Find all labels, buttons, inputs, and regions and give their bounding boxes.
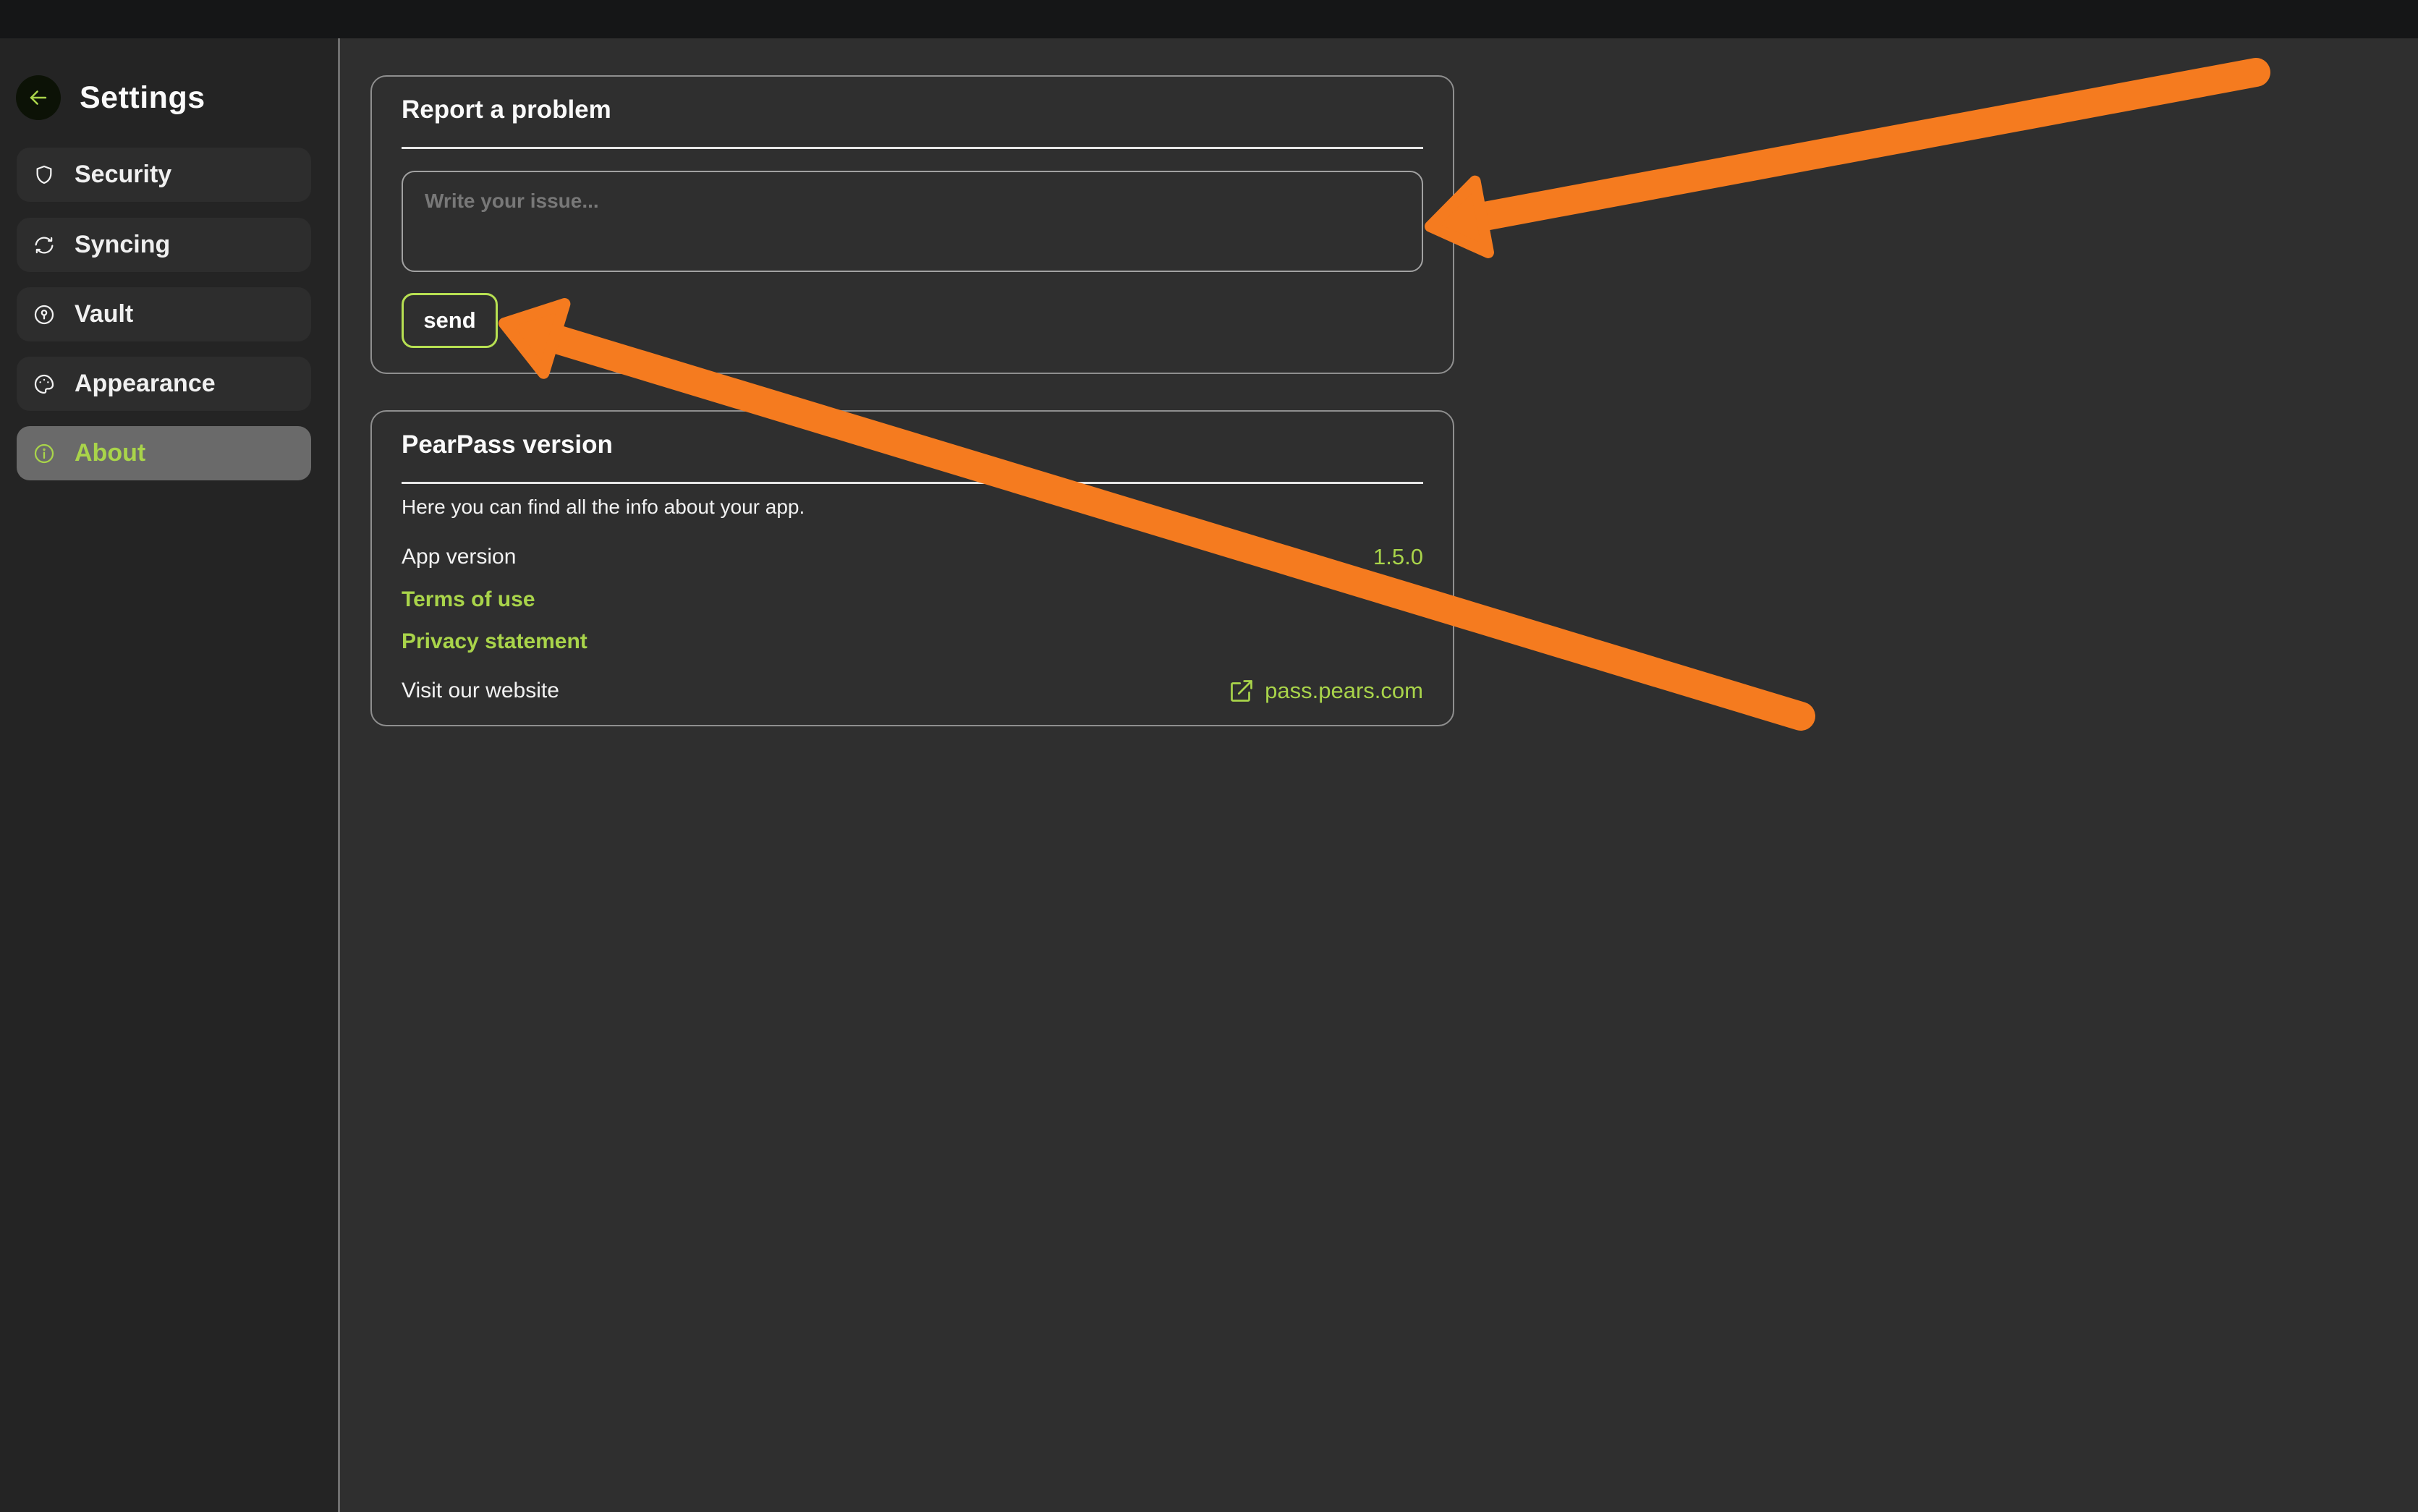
external-link-icon [1229,678,1255,704]
divider [402,147,1423,149]
sidebar-item-vault[interactable]: Vault [17,287,311,341]
divider [402,482,1423,484]
version-card-description: Here you can find all the info about you… [402,496,805,519]
sidebar-item-label: About [75,439,145,467]
app-version-row: App version 1.5.0 [402,541,1423,573]
terms-of-use-row: Terms of use [402,584,1423,616]
palette-icon [33,373,56,396]
terms-of-use-link[interactable]: Terms of use [402,587,535,612]
privacy-statement-row: Privacy statement [402,626,1423,658]
sidebar-item-label: Syncing [75,231,170,259]
settings-sidebar: Settings Security Syncing [0,38,340,1512]
shield-icon [33,163,56,187]
sidebar-item-security[interactable]: Security [17,148,311,202]
send-button[interactable]: send [402,293,498,348]
issue-textarea[interactable] [402,171,1423,272]
sidebar-item-label: Security [75,161,171,189]
report-card-title: Report a problem [402,95,611,124]
website-link[interactable]: pass.pears.com [1229,678,1423,704]
privacy-statement-link[interactable]: Privacy statement [402,629,587,654]
sidebar-item-label: Appearance [75,370,216,398]
sidebar-nav: Security Syncing Vault [0,38,338,1512]
sidebar-item-about[interactable]: About [17,426,311,480]
app-version-label: App version [402,545,516,569]
version-card-title: PearPass version [402,430,613,459]
vault-icon [33,303,56,326]
website-row: Visit our website pass.pears.com [402,675,1423,707]
visit-website-label: Visit our website [402,679,559,703]
sidebar-item-appearance[interactable]: Appearance [17,357,311,411]
report-problem-card: Report a problem send [370,75,1454,374]
sidebar-item-syncing[interactable]: Syncing [17,218,311,272]
sidebar-item-label: Vault [75,300,133,328]
window-top-bar [0,0,2418,38]
website-url: pass.pears.com [1265,678,1423,704]
app-version-value: 1.5.0 [1373,544,1423,570]
sync-icon [33,234,56,257]
version-card: PearPass version Here you can find all t… [370,410,1454,726]
info-icon [33,442,56,465]
